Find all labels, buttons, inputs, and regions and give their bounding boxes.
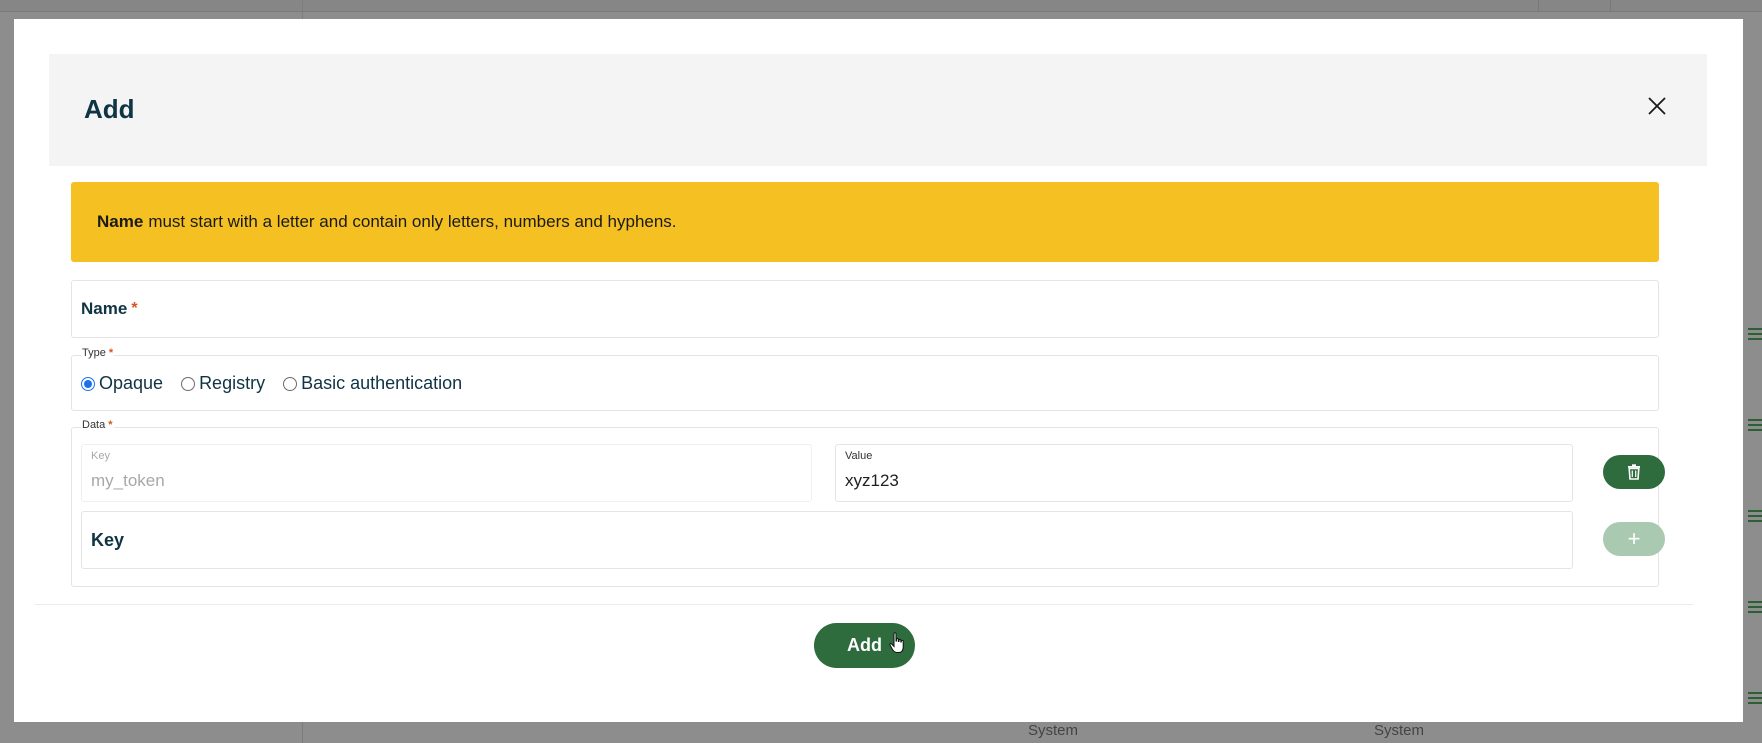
name-input[interactable]: Name * (71, 280, 1659, 338)
banner-bold-text: Name (97, 212, 144, 231)
background-column-divider (1610, 0, 1611, 12)
modal-footer-divider (35, 604, 1693, 605)
type-radio-group: Opaque Registry Basic authentication (81, 373, 480, 394)
background-menu-icon (1748, 692, 1762, 706)
type-fieldset: Type * Opaque Registry Basic authenticati… (71, 347, 1659, 411)
radio-label: Opaque (99, 373, 164, 393)
data-legend-text: Data (82, 419, 106, 431)
radio-label: Basic authentication (301, 373, 463, 393)
data-fieldset: Data * Key my_token Value xyz123 Key + (71, 419, 1665, 587)
close-button[interactable] (1645, 94, 1669, 118)
banner-text: must start with a letter and contain onl… (148, 212, 677, 231)
type-option-basic-auth[interactable]: Basic authentication (283, 373, 462, 394)
background-topbar (0, 0, 1762, 12)
value-text: xyz123 (845, 471, 899, 490)
background-menu-icon (1748, 328, 1762, 342)
key-label: Key (91, 450, 110, 462)
name-label: Name (81, 299, 128, 318)
required-mark: * (108, 347, 114, 359)
validation-banner: Name must start with a letter and contai… (71, 182, 1659, 262)
add-row-button[interactable]: + (1603, 522, 1665, 556)
radio-basic-auth[interactable] (283, 376, 298, 391)
radio-label: Registry (199, 373, 266, 393)
radio-registry[interactable] (181, 376, 196, 391)
key-field-disabled: Key my_token (81, 444, 812, 502)
type-option-registry[interactable]: Registry (181, 373, 265, 394)
required-mark: * (131, 300, 138, 317)
background-menu-icon (1748, 601, 1762, 615)
background-footer-text: System (1028, 722, 1079, 739)
type-option-opaque[interactable]: Opaque (81, 373, 163, 394)
background-menu-icon (1748, 510, 1762, 524)
trash-icon (1628, 464, 1640, 480)
modal-header: Add (49, 54, 1707, 166)
value-label: Value (845, 450, 873, 462)
new-key-placeholder: Key (91, 529, 125, 550)
background-column-divider (1538, 0, 1539, 12)
radio-opaque[interactable] (81, 376, 95, 391)
hand-pointer-cursor (889, 632, 904, 653)
background-menu-icon (1748, 419, 1762, 433)
modal-title: Add (84, 94, 135, 124)
type-legend: Type * (81, 347, 115, 359)
key-value: my_token (91, 471, 165, 490)
required-mark: * (108, 419, 113, 431)
value-input[interactable]: Value xyz123 (835, 444, 1573, 502)
close-icon (1648, 97, 1666, 115)
plus-icon: + (1627, 526, 1641, 551)
background-footer-text: System (1374, 722, 1425, 739)
data-legend: Data * (81, 419, 114, 431)
delete-row-button[interactable] (1603, 455, 1665, 489)
type-legend-text: Type (82, 347, 106, 359)
new-key-input[interactable]: Key (81, 511, 1573, 569)
